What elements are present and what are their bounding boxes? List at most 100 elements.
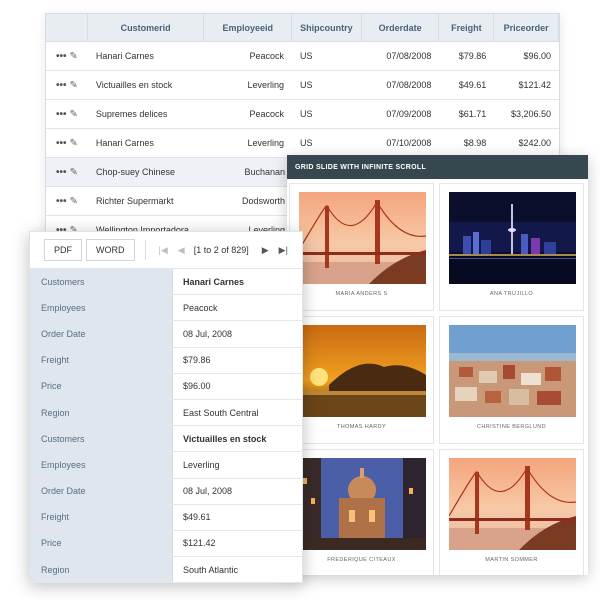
city-skyline-photo: [449, 192, 576, 284]
cell-country: US: [300, 80, 313, 90]
ellipsis-icon[interactable]: •••: [56, 167, 67, 178]
field-label: Order Date: [30, 478, 173, 504]
old-city-photo: [449, 325, 576, 417]
row-actions: ••• ✎: [46, 42, 88, 70]
ellipsis-icon[interactable]: •••: [56, 196, 67, 207]
gallery-tile[interactable]: MARIA ANDERS S: [289, 183, 434, 311]
pencil-icon[interactable]: ✎: [70, 167, 78, 178]
pencil-icon[interactable]: ✎: [70, 51, 78, 62]
grid-header-shipcountry[interactable]: Shipcountry: [292, 14, 362, 41]
field-value: 08 Jul, 2008: [183, 486, 233, 497]
cell-price: $242.00: [518, 138, 551, 148]
domed-building-photo: [299, 458, 426, 550]
grid-header-priceorder[interactable]: Priceorder: [494, 14, 559, 41]
gallery-tile[interactable]: FREDERIQUE CITEAUX: [289, 449, 434, 575]
form-row-region: Region South Atlantic: [30, 557, 302, 584]
pencil-icon[interactable]: ✎: [70, 138, 78, 149]
form-row-order-date: Order Date 08 Jul, 2008: [30, 478, 302, 505]
cell-orderdate: 07/08/2008: [386, 51, 432, 61]
cell-employee: Peacock: [249, 109, 285, 119]
ellipsis-icon[interactable]: •••: [56, 51, 67, 62]
form-row-price: Price $121.42: [30, 530, 302, 558]
gallery-tile[interactable]: THOMAS HARDY: [289, 316, 434, 444]
export-pdf-button[interactable]: PDF: [44, 239, 82, 261]
field-label: Customers: [30, 269, 173, 295]
cell-customer: Victuailles en stock: [95, 80, 173, 90]
cell-customer: Supremes delices: [95, 109, 168, 119]
grid-header-employeeid[interactable]: Employeeid: [204, 14, 293, 41]
cell-customer: Richter Supermarkt: [96, 196, 174, 206]
table-row[interactable]: ••• ✎ Victuailles en stock Leverling US 0…: [46, 71, 559, 100]
form-row-freight: Freight $49.61: [30, 504, 302, 531]
field-label: Customers: [30, 426, 173, 452]
sunset-beach-photo: [299, 325, 426, 417]
form-row-freight: Freight $79.86: [30, 347, 302, 374]
tile-caption: FREDERIQUE CITEAUX: [327, 557, 396, 563]
prev-page-icon[interactable]: ◀: [178, 245, 185, 256]
cell-freight: $8.98: [463, 138, 487, 148]
field-label: Price: [30, 373, 173, 399]
grid-header-freight[interactable]: Freight: [439, 14, 495, 41]
grid-header-customerid[interactable]: Customerid: [88, 14, 205, 41]
gallery-tile[interactable]: ANA TRUJILLO: [439, 183, 584, 311]
table-row[interactable]: ••• ✎ Hanari Carnes Leverling US 07/10/20…: [46, 129, 559, 158]
pencil-icon[interactable]: ✎: [70, 196, 78, 207]
field-label: Region: [30, 557, 173, 583]
tile-caption: MARIA ANDERS S: [335, 291, 388, 297]
field-value: Hanari Carnes: [183, 276, 245, 287]
field-value: East South Central: [183, 407, 259, 418]
last-page-icon[interactable]: ▶|: [279, 245, 288, 256]
gallery-tile[interactable]: MARTIN SOMMER: [439, 449, 584, 575]
record-form-view: PDF WORD |◀ ◀ [1 to 2 of 829] ▶ ▶| Custo…: [29, 231, 303, 584]
ellipsis-icon[interactable]: •••: [56, 80, 67, 91]
cell-price: $121.42: [518, 80, 551, 90]
cell-freight: $49.61: [458, 80, 487, 90]
cell-employee: Dodsworth: [241, 196, 285, 206]
cell-country: US: [300, 109, 313, 119]
pencil-icon[interactable]: ✎: [70, 80, 78, 91]
page-info: [1 to 2 of 829]: [193, 245, 249, 255]
pencil-icon[interactable]: ✎: [70, 109, 78, 120]
cell-employee: Leverling: [247, 138, 285, 148]
field-value: Victuailles en stock: [183, 433, 267, 444]
form-row-customers: Customers Hanari Carnes: [30, 269, 302, 296]
cell-customer: Hanari Carnes: [95, 51, 154, 61]
grid-slide-gallery: GRID SLIDE WITH INFINITE SCROLL MARIA AN…: [287, 155, 588, 575]
cell-employee: Buchanan: [244, 167, 285, 177]
first-page-icon[interactable]: |◀: [159, 245, 168, 256]
field-label: Freight: [30, 504, 173, 530]
cell-freight: $61.71: [458, 109, 487, 119]
cell-price: $3,206.50: [510, 109, 551, 119]
cell-employee: Leverling: [247, 80, 285, 90]
table-row[interactable]: ••• ✎ Supremes delices Peacock US 07/09/2…: [46, 100, 559, 129]
cell-customer: Chop-suey Chinese: [96, 167, 176, 177]
tile-caption: THOMAS HARDY: [336, 424, 387, 430]
form-row-employees: Employees Peacock: [30, 295, 302, 322]
cell-price: $96.00: [523, 51, 551, 61]
row-actions: ••• ✎: [46, 158, 88, 186]
field-value: Peacock: [183, 302, 218, 313]
export-word-button[interactable]: WORD: [86, 239, 135, 261]
ellipsis-icon[interactable]: •••: [56, 138, 67, 149]
field-label: Employees: [30, 295, 173, 321]
table-row[interactable]: ••• ✎ Hanari Carnes Peacock US 07/08/2008…: [46, 42, 559, 71]
row-actions: ••• ✎: [46, 187, 88, 215]
cell-customer: Hanari Carnes: [95, 138, 154, 148]
field-label: Price: [30, 530, 173, 557]
form-row-price: Price $96.00: [30, 373, 302, 400]
gallery-tile[interactable]: CHRISTINE BERGLUND: [439, 316, 584, 444]
ellipsis-icon[interactable]: •••: [56, 109, 67, 120]
golden-gate-photo: [299, 192, 426, 284]
tile-caption: MARTIN SOMMER: [485, 557, 538, 563]
tile-caption: CHRISTINE BERGLUND: [477, 424, 546, 430]
field-value: Leverling: [183, 459, 220, 470]
field-value: $49.61: [183, 512, 211, 523]
grid-header-orderdate[interactable]: Orderdate: [362, 14, 440, 41]
next-page-icon[interactable]: ▶: [262, 245, 269, 256]
cell-country: US: [300, 138, 313, 148]
field-label: Freight: [30, 347, 173, 373]
row-actions: ••• ✎: [46, 71, 88, 99]
field-value: $79.86: [183, 355, 211, 366]
field-value: 08 Jul, 2008: [183, 328, 233, 339]
form-row-employees: Employees Leverling: [30, 452, 302, 479]
